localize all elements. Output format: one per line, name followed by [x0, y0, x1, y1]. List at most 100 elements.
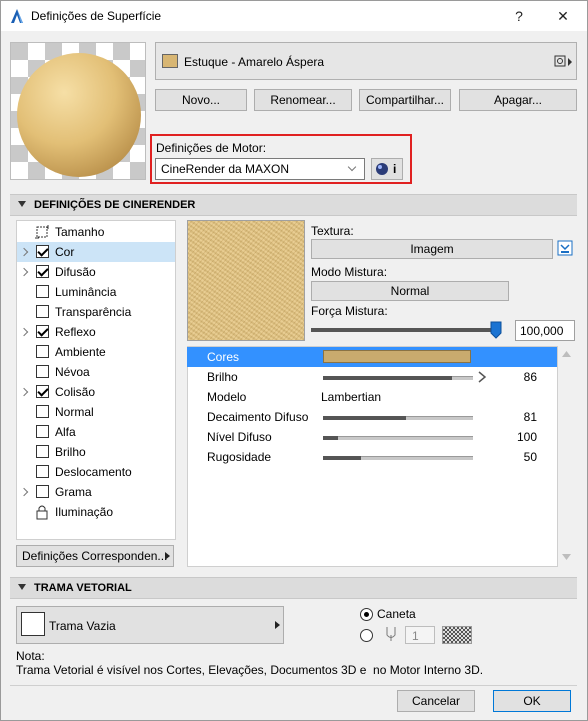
property-row-rugosidade[interactable]: Rugosidade 50: [187, 447, 557, 467]
delete-button[interactable]: Apagar...: [459, 89, 577, 111]
channel-item-iluminacao[interactable]: Iluminação: [17, 502, 175, 522]
property-row-brilho[interactable]: Brilho 86: [187, 367, 557, 387]
close-button[interactable]: ✕: [551, 5, 575, 27]
channel-item-ambiente[interactable]: Ambiente: [17, 342, 175, 362]
channel-item-cor[interactable]: Cor: [17, 242, 175, 262]
channel-checkbox[interactable]: [36, 405, 49, 418]
surface-name-field[interactable]: Estuque - Amarelo Áspera: [155, 42, 577, 80]
expand-chevron-icon[interactable]: [19, 267, 29, 277]
expand-chevron-icon[interactable]: [19, 387, 29, 397]
cinerender-icon: [376, 163, 388, 175]
engine-info-button[interactable]: i: [371, 158, 403, 180]
cinerender-section-header[interactable]: DEFINIÇÕES DE CINERENDER: [10, 194, 577, 216]
engine-selected-value: CineRender da MAXON: [161, 162, 290, 176]
channel-item-brilho[interactable]: Brilho: [17, 442, 175, 462]
blend-mode-select[interactable]: Normal: [311, 281, 509, 301]
channel-label: Alfa: [55, 425, 76, 439]
channel-label: Colisão: [55, 385, 96, 399]
scroll-up-icon[interactable]: [562, 351, 571, 357]
channel-item-transparencia[interactable]: Transparência: [17, 302, 175, 322]
share-button[interactable]: Compartilhar...: [359, 89, 451, 111]
property-row-modelo[interactable]: Modelo Lambertian: [187, 387, 557, 407]
property-slider[interactable]: [323, 416, 473, 420]
property-slider[interactable]: [323, 456, 473, 460]
channel-item-deslocamento[interactable]: Deslocamento: [17, 462, 175, 482]
texture-preview[interactable]: [187, 220, 305, 341]
blend-strength-fill: [311, 328, 497, 332]
size-icon: [35, 225, 49, 239]
property-slider[interactable]: [323, 436, 473, 440]
channel-checkbox[interactable]: [36, 385, 49, 398]
scroll-down-icon[interactable]: [562, 554, 571, 560]
new-button[interactable]: Novo...: [155, 89, 247, 111]
channel-item-difusao[interactable]: Difusão: [17, 262, 175, 282]
channel-label: Tamanho: [55, 225, 105, 239]
channel-checkbox[interactable]: [36, 445, 49, 458]
archicad-logo-icon: [11, 9, 23, 23]
slider-handle-icon[interactable]: [490, 321, 502, 339]
property-row-cores[interactable]: Cores: [187, 347, 557, 367]
property-scrollbar[interactable]: [558, 346, 575, 567]
custom-pen-radio[interactable]: [360, 629, 373, 642]
property-slider[interactable]: [323, 376, 473, 380]
image-button[interactable]: Imagem: [311, 239, 553, 259]
channel-label: Ambiente: [55, 345, 106, 359]
property-value: 50: [523, 450, 537, 464]
property-slider-fill: [323, 376, 452, 380]
channel-checkbox[interactable]: [36, 365, 49, 378]
channel-label: Brilho: [55, 445, 86, 459]
chevron-right-icon[interactable]: [477, 371, 487, 383]
channel-checkbox[interactable]: [36, 425, 49, 438]
vector-hatch-section-header[interactable]: TRAMA VETORIAL: [10, 577, 577, 599]
expand-chevron-icon[interactable]: [19, 247, 29, 257]
channel-checkbox[interactable]: [36, 465, 49, 478]
channel-checkbox[interactable]: [36, 265, 49, 278]
surface-picker-icon[interactable]: [554, 55, 574, 69]
pen-number-field[interactable]: 1: [405, 626, 435, 644]
expand-chevron-icon[interactable]: [19, 327, 29, 337]
channel-checkbox[interactable]: [36, 285, 49, 298]
channel-checkbox[interactable]: [36, 305, 49, 318]
pen-color-swatch[interactable]: [442, 626, 472, 644]
channel-checkbox[interactable]: [36, 345, 49, 358]
blend-strength-input[interactable]: 100,000: [515, 320, 575, 341]
rename-button[interactable]: Renomear...: [254, 89, 352, 111]
engine-select[interactable]: CineRender da MAXON: [155, 158, 365, 180]
channel-item-nevoa[interactable]: Névoa: [17, 362, 175, 382]
cancel-button[interactable]: Cancelar: [397, 690, 475, 712]
expand-chevron-icon[interactable]: [19, 487, 29, 497]
property-name: Cores: [207, 350, 240, 364]
channel-item-normal[interactable]: Normal: [17, 402, 175, 422]
channel-label: Transparência: [55, 305, 132, 319]
pen-radio[interactable]: [360, 608, 373, 621]
pen-icon: [386, 627, 396, 641]
property-row-decaimento-difuso[interactable]: Decaimento Difuso 81: [187, 407, 557, 427]
blend-strength-slider[interactable]: [311, 328, 497, 332]
property-value[interactable]: Lambertian: [321, 390, 381, 404]
property-slider-fill: [323, 436, 338, 440]
property-name: Modelo: [207, 390, 247, 404]
channel-item-colisao[interactable]: Colisão: [17, 382, 175, 402]
channel-item-luminancia[interactable]: Luminância: [17, 282, 175, 302]
property-row-nivel-difuso[interactable]: Nível Difuso 100: [187, 427, 557, 447]
matching-settings-button[interactable]: Definições Corresponden...: [16, 545, 174, 567]
help-button[interactable]: ?: [507, 5, 531, 27]
channel-checkbox[interactable]: [36, 485, 49, 498]
property-value: 81: [523, 410, 537, 424]
ok-button[interactable]: OK: [493, 690, 571, 712]
channel-item-reflexo[interactable]: Reflexo: [17, 322, 175, 342]
channel-checkbox[interactable]: [36, 245, 49, 258]
channel-item-tamanho[interactable]: Tamanho: [17, 222, 175, 242]
color-swatch[interactable]: [323, 350, 471, 363]
channel-label: Luminância: [55, 285, 117, 299]
surface-name: Estuque - Amarelo Áspera: [184, 55, 325, 69]
texture-browse-icon[interactable]: [557, 240, 575, 258]
channel-item-alfa[interactable]: Alfa: [17, 422, 175, 442]
property-slider-fill: [323, 416, 406, 420]
blend-strength-label: Força Mistura:: [311, 304, 388, 318]
hatch-pattern-select[interactable]: Trama Vazia: [16, 606, 284, 644]
lock-icon: [36, 505, 48, 520]
channel-checkbox[interactable]: [36, 325, 49, 338]
channel-item-grama[interactable]: Grama: [17, 482, 175, 502]
channel-label: Grama: [55, 485, 92, 499]
